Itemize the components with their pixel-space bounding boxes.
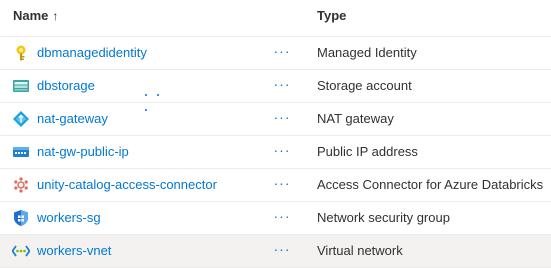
grid-header: Name ↑ Type: [0, 0, 551, 37]
name-column-header[interactable]: Name ↑: [13, 8, 58, 23]
nat-gateway-icon: [12, 110, 30, 128]
more-actions-button[interactable]: ···: [270, 206, 294, 228]
resource-type: Network security group: [317, 210, 450, 225]
resource-name-link[interactable]: dbstorage: [37, 78, 95, 93]
network-security-group-icon: [12, 209, 30, 227]
resource-type: Access Connector for Azure Databricks: [317, 177, 544, 192]
table-row: dbmanagedidentity ··· Managed Identity: [0, 37, 551, 70]
table-row: dbstorage ··· Storage account: [0, 70, 551, 111]
table-row: workers-vnet ··· Virtual network: [0, 235, 551, 268]
table-row: nat-gw-public-ip ··· Public IP address: [0, 136, 551, 169]
table-row: unity-catalog-access-connector ··· Acces…: [0, 169, 551, 202]
resource-type: Storage account: [317, 78, 412, 93]
name-column-label: Name: [13, 8, 49, 23]
resource-name-link[interactable]: workers-vnet: [37, 243, 111, 258]
more-actions-button[interactable]: ···: [270, 140, 294, 162]
resource-type: NAT gateway: [317, 111, 394, 126]
resource-type: Managed Identity: [317, 45, 417, 60]
type-column-header[interactable]: Type: [317, 8, 346, 23]
public-ip-icon: [12, 143, 30, 161]
resource-name-link[interactable]: unity-catalog-access-connector: [37, 177, 217, 192]
resource-type: Virtual network: [317, 243, 403, 258]
sort-ascending-icon: ↑: [52, 9, 59, 23]
managed-identity-icon: [12, 44, 30, 62]
resource-grid: Name ↑ Type dbmanagedidentity ··· Managed…: [0, 0, 551, 268]
storage-account-icon: [12, 77, 30, 95]
redaction-mark: [145, 84, 175, 111]
resource-name-link[interactable]: dbmanagedidentity: [37, 45, 147, 60]
more-actions-button[interactable]: ···: [270, 173, 294, 195]
more-actions-button[interactable]: ···: [270, 74, 294, 96]
table-row: nat-gateway ··· NAT gateway: [0, 103, 551, 136]
resource-name-link[interactable]: nat-gateway: [37, 111, 108, 126]
table-row: workers-sg ··· Network security group: [0, 202, 551, 235]
resource-type: Public IP address: [317, 144, 418, 159]
resource-name-link[interactable]: workers-sg: [37, 210, 101, 225]
more-actions-button[interactable]: ···: [270, 41, 294, 63]
virtual-network-icon: [12, 242, 30, 260]
resource-name-link[interactable]: nat-gw-public-ip: [37, 144, 129, 159]
more-actions-button[interactable]: ···: [270, 239, 294, 261]
access-connector-icon: [12, 176, 30, 194]
more-actions-button[interactable]: ···: [270, 107, 294, 129]
